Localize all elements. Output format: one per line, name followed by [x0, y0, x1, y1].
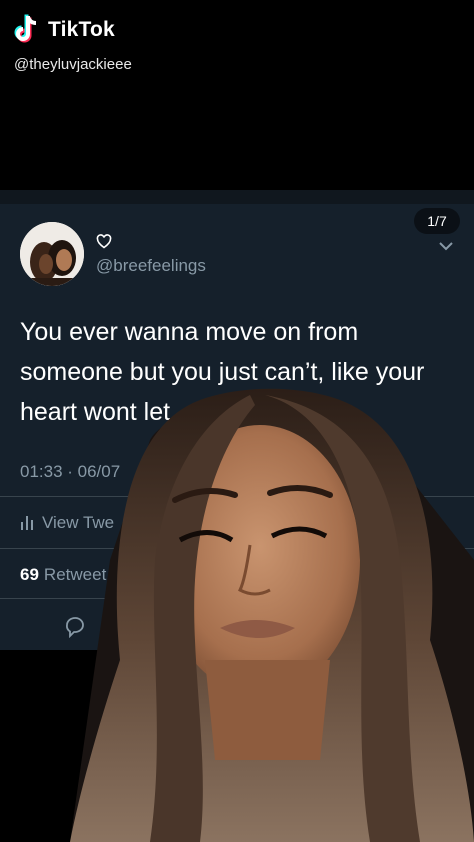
tweet-card-top-bar	[0, 190, 474, 204]
view-tweet-activity-label: View Twe	[42, 513, 115, 532]
tiktok-watermark: TikTok @theyluvjackieee	[14, 14, 132, 73]
avatar-photo	[20, 222, 84, 286]
chevron-down-icon[interactable]	[437, 240, 455, 252]
divider	[0, 598, 474, 599]
tweet-text-visible: You ever wanna move on from someone but …	[20, 318, 425, 426]
divider	[0, 548, 474, 549]
heart-icon	[96, 234, 112, 249]
bar-chart-icon	[21, 516, 33, 530]
retweet-stats[interactable]: 69 Retweet	[20, 565, 106, 585]
tweet-text: You ever wanna move on from someone but …	[20, 312, 460, 432]
tweet-handle[interactable]: @breefeelings	[96, 256, 206, 276]
tiktok-username: @theyluvjackieee	[14, 56, 132, 73]
divider	[0, 496, 474, 497]
reply-icon[interactable]	[63, 614, 87, 638]
tiktok-note-icon	[14, 14, 37, 43]
avatar[interactable]	[20, 222, 84, 286]
view-tweet-activity[interactable]: View Twe	[20, 513, 114, 533]
retweet-count: 69	[20, 565, 39, 584]
tiktok-brand: TikTok	[48, 18, 115, 41]
tweet-text-tail: f thing.	[267, 398, 343, 426]
retweet-label: Retweet	[43, 565, 107, 584]
page-counter-badge: 1/7	[414, 208, 460, 234]
tweet-timestamp: 01:33 · 06/07	[20, 462, 121, 481]
